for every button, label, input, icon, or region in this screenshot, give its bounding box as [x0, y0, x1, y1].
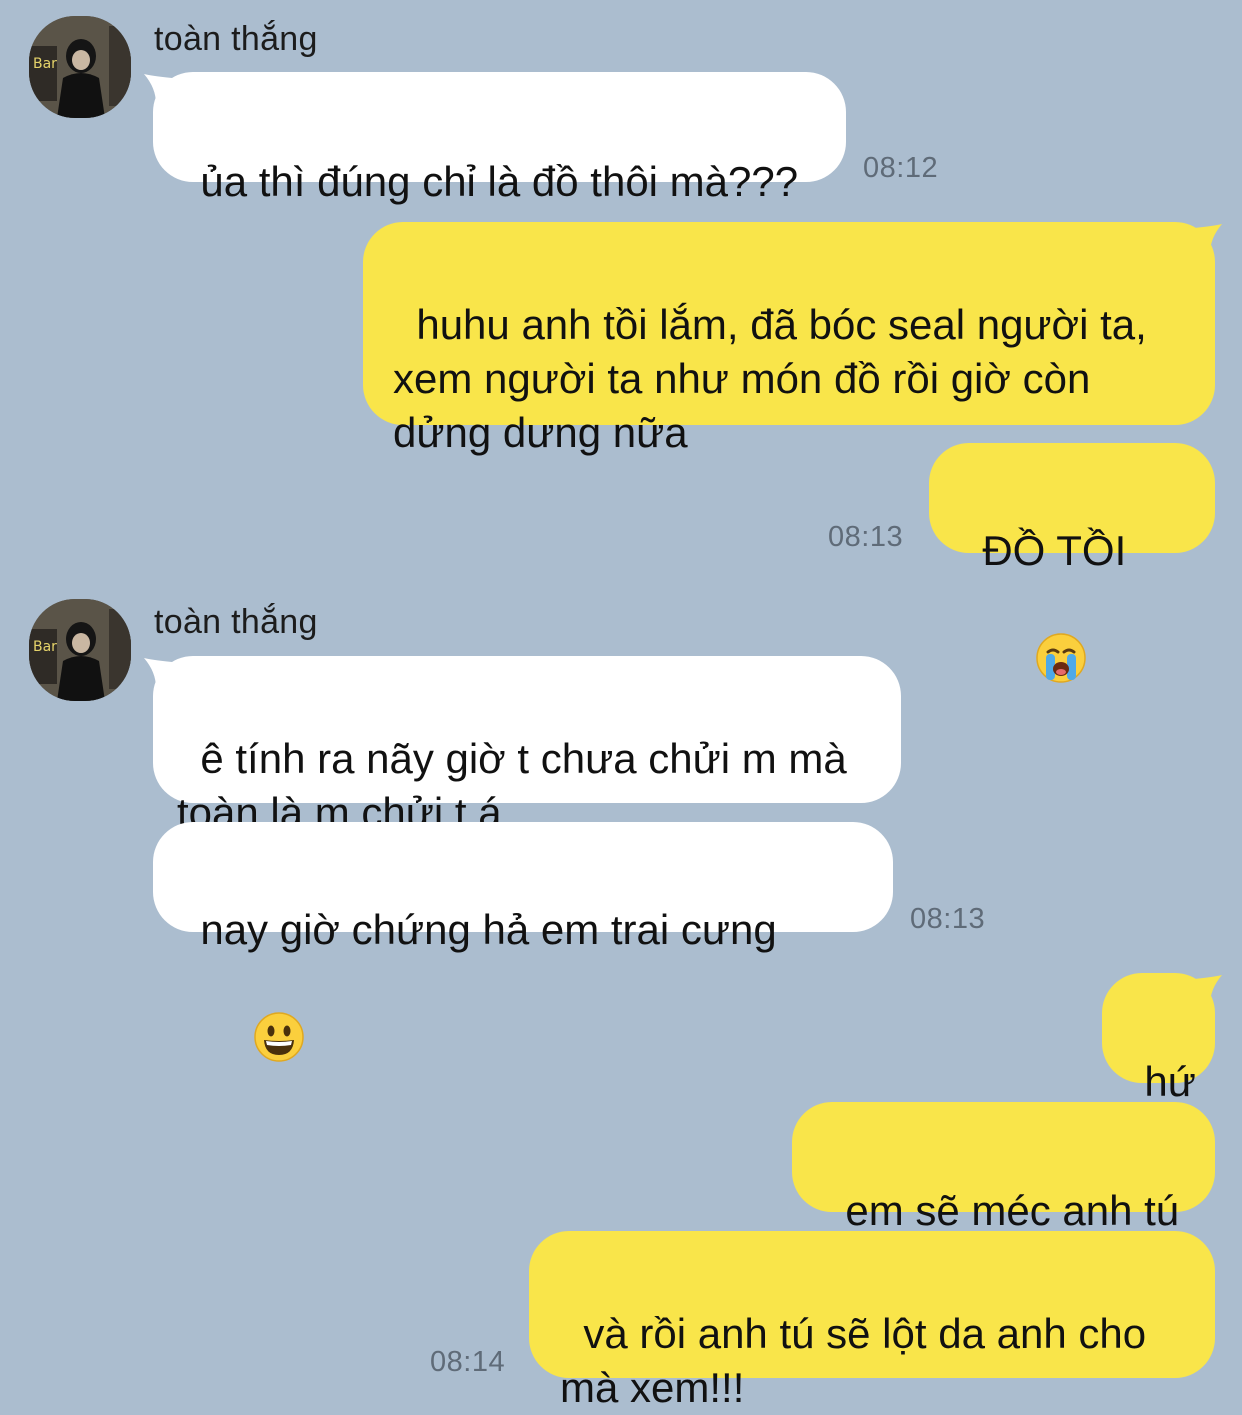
message-bubble-incoming[interactable]: nay giờ chứng hả em trai cưng: [153, 822, 893, 1062]
message-timestamp: 08:13: [828, 521, 904, 553]
message-text: và rồi anh tú sẽ lột da anh cho mà xem!!…: [560, 1310, 1147, 1411]
contact-name: toàn thắng: [154, 20, 318, 58]
message-text: ủa thì đúng chỉ là đồ thôi mà???: [200, 158, 799, 205]
message-text: ĐỒ TỒI: [982, 527, 1127, 574]
message-bubble-outgoing[interactable]: huhu anh tồi lắm, đã bóc seal người ta, …: [363, 222, 1215, 456]
contact-avatar[interactable]: Bar: [29, 599, 131, 701]
svg-text:Bar: Bar: [33, 639, 57, 655]
message-bubble-outgoing[interactable]: em sẽ méc anh tú: [792, 1102, 1215, 1234]
message-timestamp: 08:12: [863, 152, 939, 184]
message-text: hứ: [1144, 1058, 1196, 1105]
message-bubble-incoming[interactable]: ủa thì đúng chỉ là đồ thôi mà???: [153, 72, 846, 205]
contact-avatar[interactable]: Bar: [29, 16, 131, 118]
loudly-crying-face-icon: [988, 578, 1087, 751]
message-text: ê tính ra nãy giờ t chưa chửi m mà toàn …: [177, 735, 847, 836]
svg-text:Bar: Bar: [33, 56, 57, 72]
message-timestamp: 08:14: [430, 1346, 506, 1378]
grinning-face-icon: [206, 957, 305, 1130]
message-timestamp: 08:13: [910, 903, 986, 935]
message-text: nay giờ chứng hả em trai cưng: [200, 906, 777, 953]
message-bubble-outgoing[interactable]: ĐỒ TỒI: [929, 443, 1215, 683]
message-bubble-outgoing[interactable]: và rồi anh tú sẽ lột da anh cho mà xem!!…: [529, 1231, 1215, 1411]
message-bubble-incoming[interactable]: ê tính ra nãy giờ t chưa chửi m mà toàn …: [153, 656, 901, 836]
contact-name: toàn thắng: [154, 603, 318, 641]
message-text: huhu anh tồi lắm, đã bóc seal người ta, …: [393, 301, 1147, 456]
message-text: em sẽ méc anh tú: [845, 1187, 1180, 1234]
message-bubble-outgoing[interactable]: hứ: [1102, 973, 1215, 1105]
